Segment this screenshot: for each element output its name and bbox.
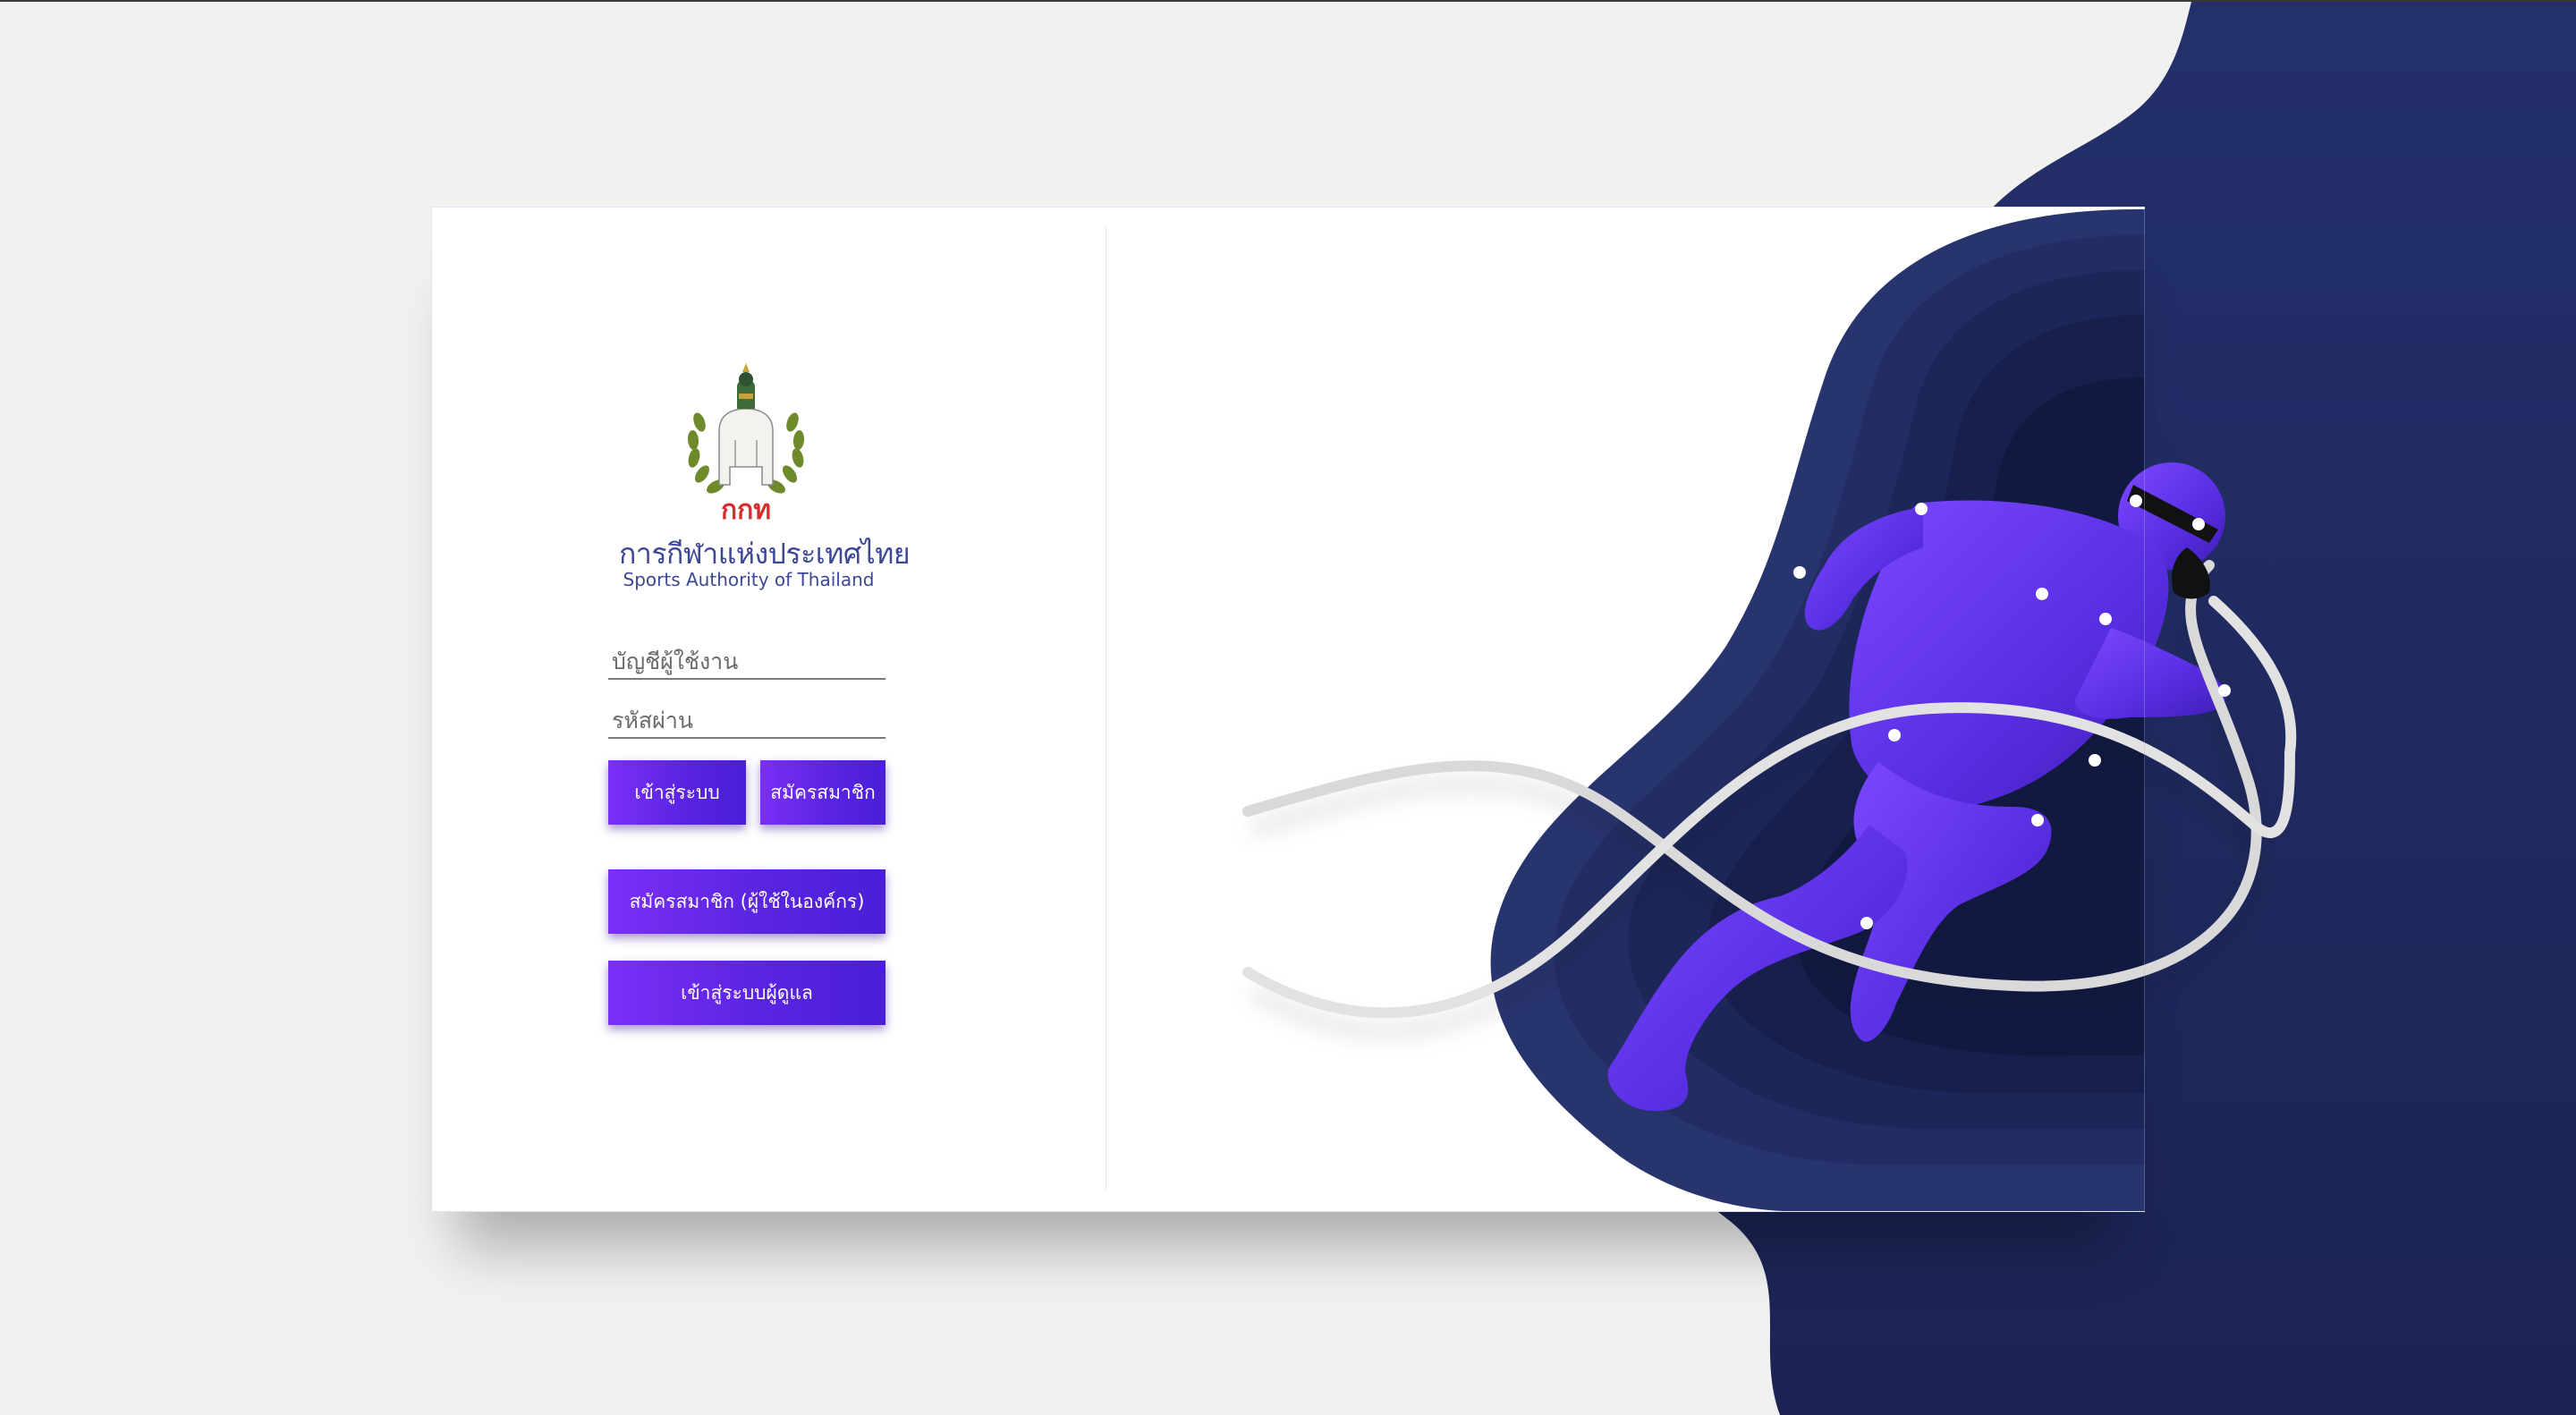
- username-input[interactable]: [608, 644, 886, 680]
- svg-text:กกท: กกท: [721, 495, 771, 525]
- org-name-english: Sports Authority of Thailand: [623, 569, 875, 590]
- register-button[interactable]: สมัครสมาชิก: [760, 760, 886, 825]
- admin-login-button[interactable]: เข้าสู่ระบบผู้ดูแล: [608, 961, 886, 1025]
- login-button[interactable]: เข้าสู่ระบบ: [608, 760, 746, 825]
- register-internal-button[interactable]: สมัครสมาชิก (ผู้ใช้ในองค์กร): [608, 869, 886, 934]
- elephant-emblem-icon: กกท: [687, 363, 805, 525]
- password-input[interactable]: [608, 703, 886, 739]
